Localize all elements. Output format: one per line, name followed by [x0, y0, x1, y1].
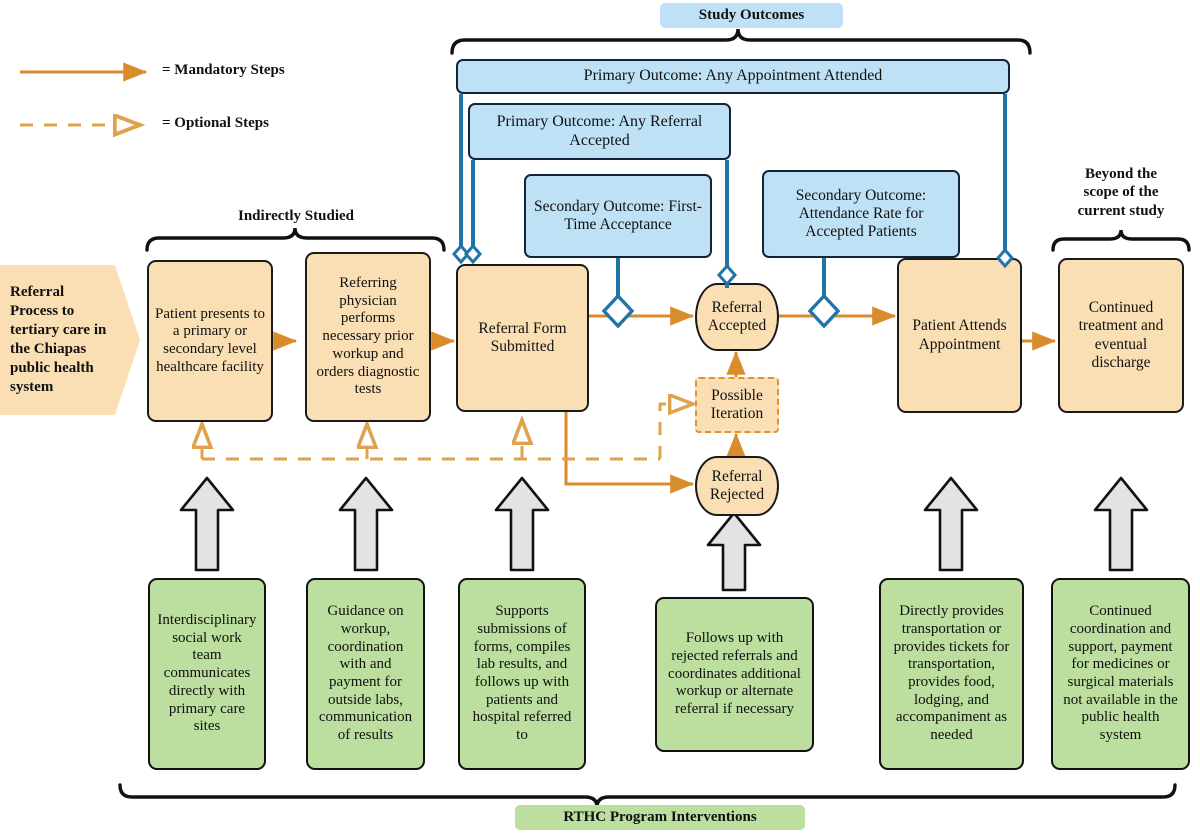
legend-text: = Optional Steps: [162, 115, 269, 131]
bracket-title-rthc: RTHC Program Interventions: [515, 805, 805, 830]
bracket-title-study-outcomes: Study Outcomes: [660, 3, 843, 28]
legend-text: = Mandatory Steps: [162, 62, 285, 78]
bracket-label: Study Outcomes: [698, 7, 805, 23]
legend-optional-label: = Optional Steps: [162, 115, 269, 132]
bracket-label: RTHC Program Interventions: [563, 809, 757, 825]
legend-mandatory-label: = Mandatory Steps: [162, 62, 285, 79]
diagram-canvas: Referral Process to tertiary care in the…: [0, 0, 1200, 834]
